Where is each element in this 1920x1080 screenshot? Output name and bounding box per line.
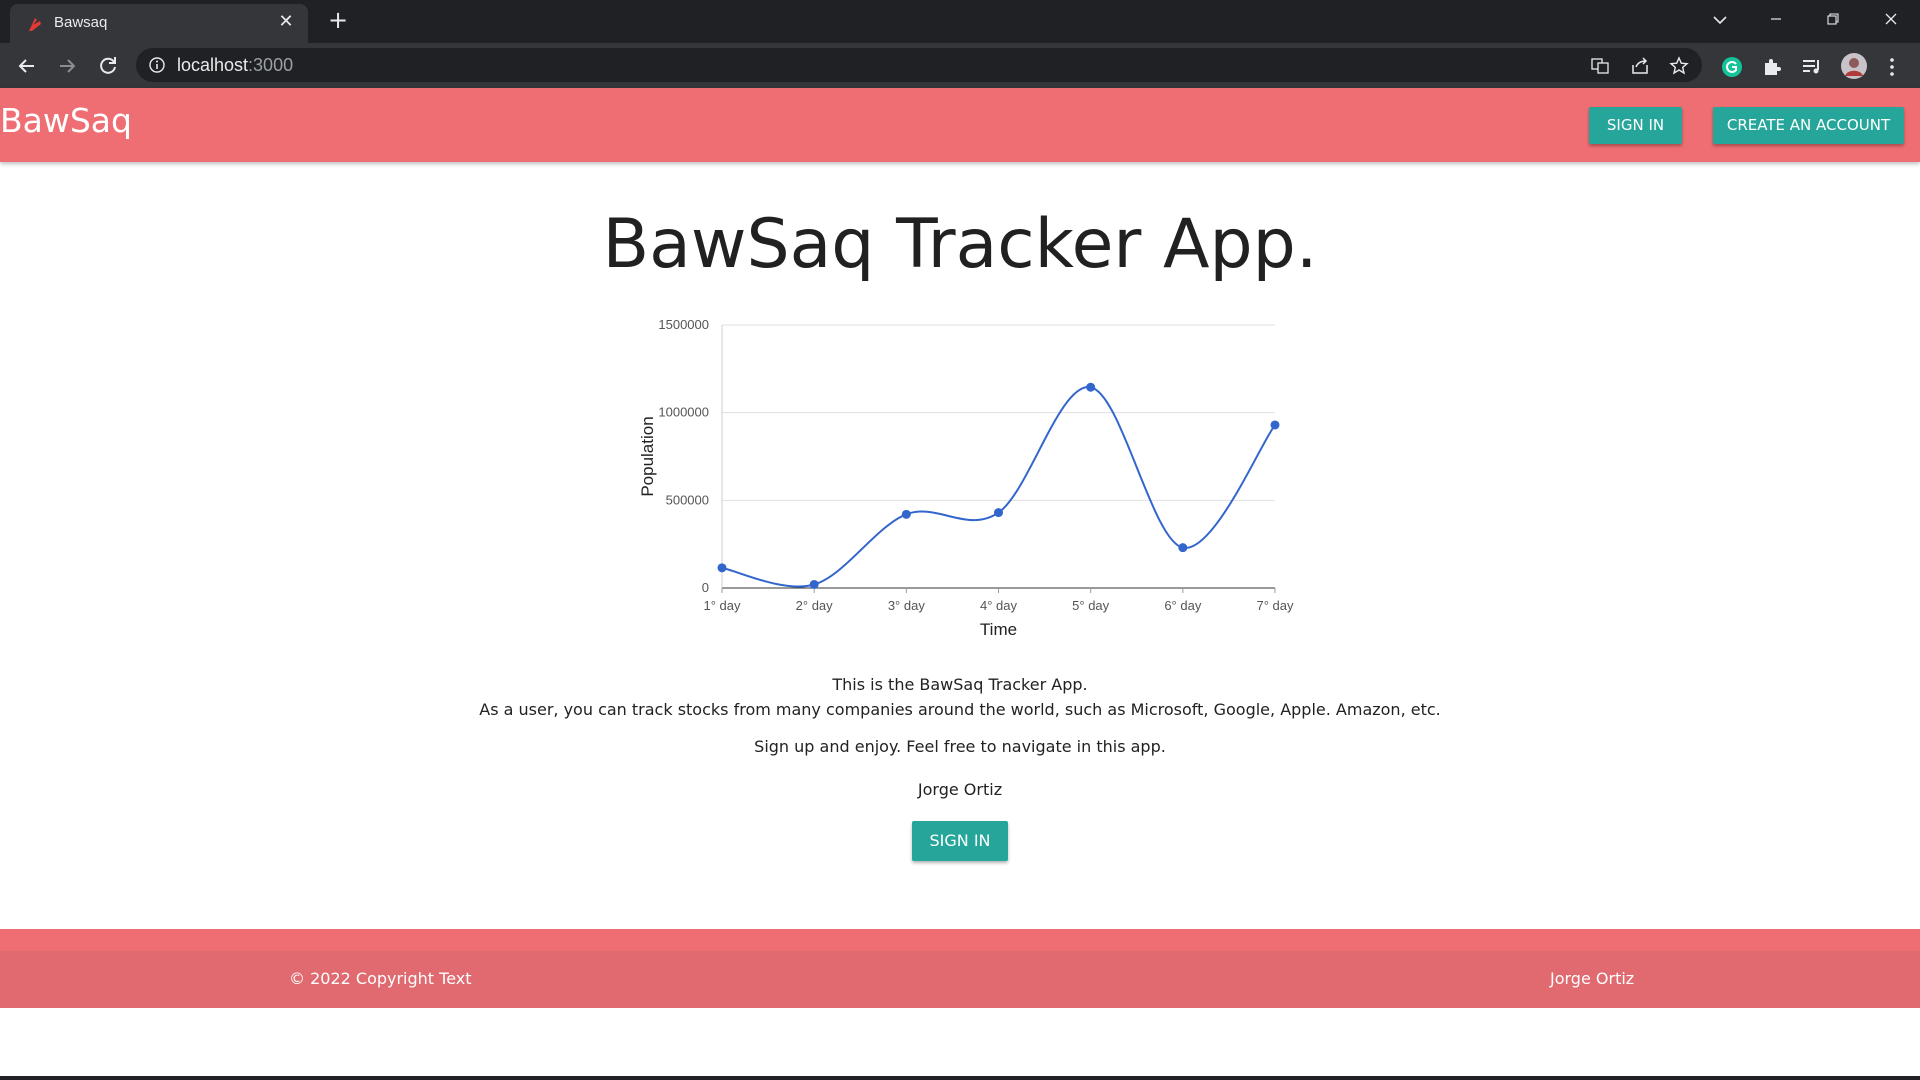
brand-logo[interactable]: BawSaq xyxy=(0,101,132,140)
browser-toolbar: localhost:3000 xyxy=(0,43,1920,88)
back-arrow-icon[interactable] xyxy=(12,51,42,81)
app-navbar: BawSaq SIGN IN CREATE AN ACCOUNT xyxy=(0,88,1920,162)
taskbar-edge xyxy=(0,1076,1920,1080)
browser-tab-strip: Bawsaq ✕ + xyxy=(0,0,1920,43)
site-info-icon[interactable] xyxy=(148,56,166,74)
page-title: BawSaq Tracker App. xyxy=(602,205,1318,284)
page-footer: © 2022 Copyright Text Jorge Ortiz xyxy=(0,929,1920,1008)
bawsaq-favicon-icon xyxy=(29,18,41,31)
data-point xyxy=(1178,543,1188,553)
data-point xyxy=(901,509,911,519)
intro-line-1: This is the BawSaq Tracker App. xyxy=(832,675,1088,694)
close-tab-icon[interactable]: ✕ xyxy=(276,12,296,32)
y-tick-label: 1000000 xyxy=(658,405,709,420)
population-series-line xyxy=(721,386,1276,588)
data-point xyxy=(1086,382,1096,392)
x-tick-label: 4° day xyxy=(980,598,1018,613)
data-point xyxy=(717,563,727,573)
x-tick-label: 2° day xyxy=(796,598,834,613)
intro-line-2: As a user, you can track stocks from man… xyxy=(479,700,1441,719)
footer-top-band xyxy=(0,929,1920,951)
browser-tab[interactable]: Bawsaq ✕ xyxy=(10,4,308,43)
reload-icon[interactable] xyxy=(93,51,123,81)
grammarly-icon[interactable] xyxy=(1720,55,1744,79)
data-point xyxy=(994,508,1003,518)
data-point xyxy=(1270,420,1280,430)
x-tick-label: 1° day xyxy=(703,598,741,613)
main-sign-in-button[interactable]: SIGN IN xyxy=(912,821,1008,861)
population-line-chart: 0 500000 1000000 1500000 1° day 2° day 3° day 4… xyxy=(638,317,1294,639)
share-icon[interactable] xyxy=(1630,56,1650,76)
browser-menu-icon[interactable] xyxy=(1880,55,1904,79)
create-account-button[interactable]: CREATE AN ACCOUNT xyxy=(1713,107,1904,144)
footer-copyright: © 2022 Copyright Text xyxy=(289,969,472,988)
x-tick-label: 7° day xyxy=(1256,598,1294,613)
x-tick-label: 6° day xyxy=(1164,598,1202,613)
restore-icon[interactable] xyxy=(1813,6,1853,34)
url-port: :3000 xyxy=(248,55,294,75)
profile-avatar-icon[interactable] xyxy=(1840,52,1868,80)
x-axis-title: Time xyxy=(980,620,1017,639)
tab-title: Bawsaq xyxy=(54,14,108,31)
navbar-sign-in-button[interactable]: SIGN IN xyxy=(1589,107,1682,144)
media-playlist-icon[interactable] xyxy=(1800,55,1824,79)
x-tick-label: 5° day xyxy=(1072,598,1110,613)
data-point xyxy=(809,579,819,589)
url-host: localhost xyxy=(177,55,249,75)
author-name: Jorge Ortiz xyxy=(917,780,1003,799)
signup-text: Sign up and enjoy. Feel free to navigate… xyxy=(754,737,1166,756)
url-text: localhost:3000 xyxy=(177,55,293,76)
tab-search-icon[interactable] xyxy=(1700,6,1740,34)
extensions-puzzle-icon[interactable] xyxy=(1760,55,1784,79)
y-axis-title: Population xyxy=(638,416,657,496)
translate-icon[interactable] xyxy=(1590,56,1610,76)
y-tick-label: 1500000 xyxy=(658,317,709,332)
bookmark-star-icon[interactable] xyxy=(1669,56,1689,76)
new-tab-icon[interactable]: + xyxy=(326,8,350,32)
close-window-icon[interactable] xyxy=(1871,6,1911,34)
intro-text: This is the BawSaq Tracker App. As a use… xyxy=(0,672,1920,722)
minimize-icon[interactable] xyxy=(1756,6,1796,34)
footer-author[interactable]: Jorge Ortiz xyxy=(1550,969,1634,988)
address-bar[interactable]: localhost:3000 xyxy=(136,48,1702,82)
y-tick-label: 500000 xyxy=(666,492,709,507)
x-tick-label: 3° day xyxy=(888,598,926,613)
forward-arrow-icon[interactable] xyxy=(52,51,82,81)
y-tick-label: 0 xyxy=(702,580,709,595)
